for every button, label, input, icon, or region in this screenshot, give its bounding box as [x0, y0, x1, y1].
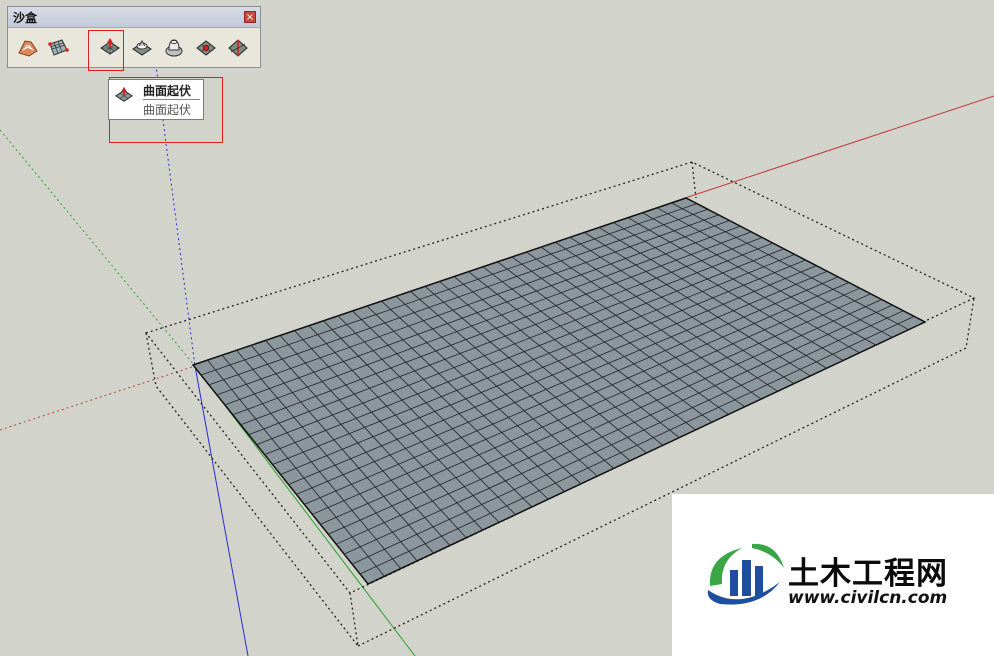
contour-sandbox-button[interactable] — [14, 33, 42, 61]
contour-sandbox-icon — [18, 40, 38, 57]
blue-axis-guide — [149, 19, 196, 367]
add-detail-icon — [196, 40, 216, 56]
grid-sandbox-button[interactable] — [44, 33, 72, 61]
toolbar-titlebar[interactable]: 沙盒 × — [8, 7, 260, 28]
watermark-url: www.civilcn.com — [788, 588, 948, 608]
drape-button[interactable] — [160, 33, 188, 61]
smoove-button[interactable] — [96, 33, 124, 61]
flip-edge-button[interactable] — [224, 33, 252, 61]
watermark-name: 土木工程网 — [788, 556, 948, 592]
green-axis-guide — [0, 129, 196, 367]
add-detail-button[interactable] — [192, 33, 220, 61]
grid-sandbox-icon — [48, 39, 69, 56]
stamp-button[interactable] — [128, 33, 156, 61]
civilcn-logo-icon — [707, 543, 784, 605]
sandbox-toolbar: 沙盒 × — [7, 6, 261, 68]
red-axis-guide — [0, 365, 196, 431]
stamp-icon — [132, 40, 152, 56]
drape-icon — [165, 39, 183, 57]
flip-edge-icon — [228, 39, 248, 57]
close-icon[interactable]: × — [244, 11, 256, 23]
smoove-icon — [100, 38, 120, 55]
smoove-tooltip: 曲面起伏 曲面起伏 — [108, 79, 204, 120]
watermark: 土木工程网 www.civilcn.com — [672, 494, 994, 656]
tooltip-divider — [143, 99, 200, 100]
smoove-icon — [114, 86, 134, 102]
tooltip-title: 曲面起伏 — [143, 84, 192, 98]
toolbar-separator — [88, 35, 89, 59]
tooltip-description: 曲面起伏 — [143, 103, 192, 117]
red-axis — [684, 95, 994, 199]
toolbar-title: 沙盒 — [13, 11, 38, 25]
